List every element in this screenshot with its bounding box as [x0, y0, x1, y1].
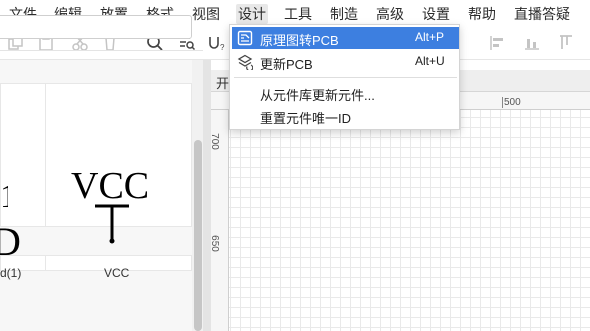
menu-tools[interactable]: 工具 [282, 4, 314, 24]
menu-item-shortcut: Alt+P [415, 30, 445, 44]
align-left-icon[interactable] [488, 33, 508, 53]
menu-separator [234, 77, 457, 78]
card-divider [45, 83, 46, 227]
menu-item-shortcut: Alt+U [415, 54, 445, 68]
design-menu-dropdown: 原理图转PCB Alt+P 更新PCB Alt+U 从元件库更新元件... 重置… [229, 24, 460, 130]
panel-splitter[interactable] [203, 60, 211, 331]
schematic-to-pcb-icon [237, 30, 253, 46]
panel-divider [0, 50, 203, 51]
ruler-left-mark-650: 650 [208, 235, 220, 252]
ruler-left-mark-700: 700 [208, 133, 220, 150]
svg-text:?: ? [220, 43, 225, 52]
menu-item-reset-unique-id[interactable]: 重置元件唯一ID [232, 105, 459, 127]
align-top-icon[interactable] [522, 33, 542, 53]
align-right-icon[interactable] [556, 33, 576, 53]
menu-live-qa[interactable]: 直播答疑 [512, 4, 572, 24]
menu-fabrication[interactable]: 制造 [328, 4, 360, 24]
library-card-grid-next-row [0, 255, 192, 271]
library-card-left-glyph: D [0, 219, 21, 264]
menu-item-label: 从元件库更新元件... [260, 88, 375, 103]
menu-design[interactable]: 设计 [236, 4, 268, 24]
menu-item-update-from-library[interactable]: 从元件库更新元件... [232, 82, 459, 104]
vcc-power-symbol[interactable] [71, 168, 155, 244]
unit-icon[interactable]: ? [207, 33, 227, 53]
menu-view[interactable]: 视图 [190, 4, 222, 24]
update-pcb-icon [237, 54, 254, 72]
menu-item-update-pcb[interactable]: 更新PCB Alt+U [232, 51, 459, 73]
menu-item-schematic-to-pcb[interactable]: 原理图转PCB Alt+P [232, 27, 459, 49]
library-card-vcc-label[interactable]: VCC [104, 266, 129, 280]
library-search-input[interactable] [0, 15, 192, 39]
editor-tab-home[interactable]: 开 [216, 73, 229, 92]
menu-advanced[interactable]: 高级 [374, 4, 406, 24]
menu-item-label: 重置元件唯一ID [260, 111, 352, 126]
menu-settings[interactable]: 设置 [420, 4, 452, 24]
menu-item-label: 更新PCB [260, 57, 313, 72]
card-divider [45, 255, 46, 271]
library-card-left-glyph-top: 1 [0, 180, 8, 214]
menu-help[interactable]: 帮助 [466, 4, 498, 24]
library-card-left-label[interactable]: d(1) [0, 266, 21, 280]
library-scrollbar-thumb[interactable] [194, 140, 202, 331]
ruler-top-mark: 500 [502, 97, 521, 108]
menu-item-label: 原理图转PCB [260, 33, 339, 48]
